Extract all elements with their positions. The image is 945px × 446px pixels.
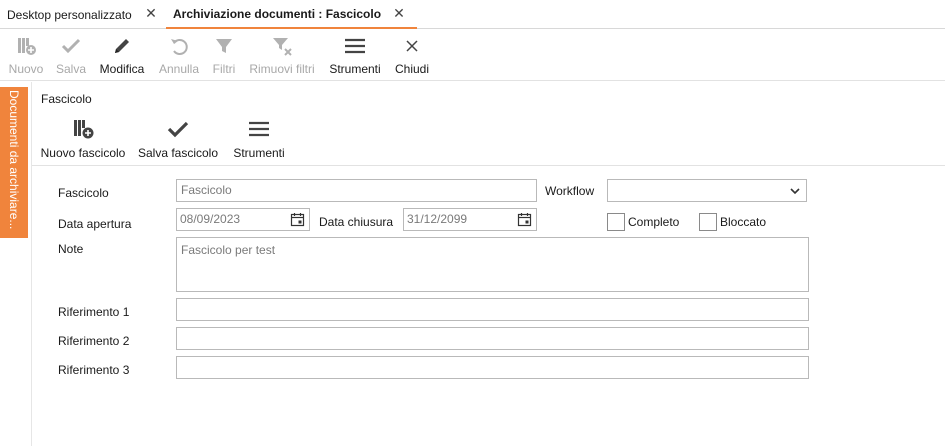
data-chiusura-label: Data chiusura xyxy=(319,215,394,229)
new-document-icon xyxy=(18,38,36,55)
rimuovi-filtri-button[interactable]: Rimuovi filtri xyxy=(246,30,318,80)
note-value: Fascicolo per test xyxy=(181,243,276,257)
strumenti-fascicolo-button[interactable]: Strumenti xyxy=(228,113,290,165)
tab-label: Desktop personalizzato xyxy=(7,7,132,22)
riferimento-1-input[interactable] xyxy=(176,298,809,321)
close-icon[interactable]: ✕ xyxy=(144,6,158,20)
riferimento-1-label: Riferimento 1 xyxy=(58,305,130,319)
calendar-icon xyxy=(290,213,305,227)
tab-bar: Desktop personalizzato ✕ Archiviazione d… xyxy=(0,0,945,29)
pencil-icon xyxy=(115,39,129,53)
close-icon xyxy=(406,40,418,52)
nuovo-fascicolo-button[interactable]: Nuovo fascicolo xyxy=(38,113,128,165)
fascicolo-toolbar: Nuovo fascicolo Salva fascicolo Strument… xyxy=(32,113,945,166)
chevron-down-icon xyxy=(790,188,800,195)
data-apertura-label: Data apertura xyxy=(58,217,132,231)
close-icon[interactable]: ✕ xyxy=(392,6,406,20)
data-apertura-input[interactable]: 08/09/2023 xyxy=(176,208,310,231)
menu-icon xyxy=(345,38,365,54)
filtri-button[interactable]: Filtri xyxy=(208,30,240,80)
side-panel-label: Documenti da archiviare... xyxy=(7,90,21,230)
new-document-icon xyxy=(74,120,94,139)
undo-icon xyxy=(171,39,188,55)
riferimento-3-label: Riferimento 3 xyxy=(58,363,130,377)
salva-fascicolo-button[interactable]: Salva fascicolo xyxy=(138,113,218,165)
salva-button[interactable]: Salva xyxy=(53,30,89,80)
tab-archiviazione-documenti[interactable]: Archiviazione documenti : Fascicolo ✕ xyxy=(166,0,417,29)
riferimento-2-input[interactable] xyxy=(176,327,809,350)
modifica-button[interactable]: Modifica xyxy=(96,30,148,80)
fascicolo-input[interactable]: Fascicolo xyxy=(176,179,537,202)
tab-label: Archiviazione documenti : Fascicolo xyxy=(173,6,382,21)
data-apertura-value: 08/09/2023 xyxy=(180,212,241,226)
fascicolo-label: Fascicolo xyxy=(58,186,109,200)
riferimento-3-input[interactable] xyxy=(176,356,809,379)
checkmark-icon xyxy=(167,121,189,138)
bloccato-checkbox[interactable] xyxy=(699,213,717,231)
remove-filter-icon xyxy=(273,38,292,56)
annulla-button[interactable]: Annulla xyxy=(156,30,202,80)
calendar-icon xyxy=(517,213,532,227)
menu-icon xyxy=(249,121,269,137)
main-toolbar: Nuovo Salva Modifica Annulla Filtri Rimu… xyxy=(0,30,945,81)
note-textarea[interactable]: Fascicolo per test xyxy=(176,237,809,292)
data-chiusura-input[interactable]: 31/12/2099 xyxy=(403,208,537,231)
documenti-da-archiviare-panel[interactable]: Documenti da archiviare... xyxy=(0,87,28,238)
fascicolo-value: Fascicolo xyxy=(181,183,232,197)
bloccato-label: Bloccato xyxy=(720,215,767,229)
completo-checkbox[interactable] xyxy=(607,213,625,231)
nuovo-button[interactable]: Nuovo xyxy=(5,30,47,80)
data-chiusura-value: 31/12/2099 xyxy=(407,212,468,226)
completo-label: Completo xyxy=(628,215,680,229)
strumenti-button[interactable]: Strumenti xyxy=(327,30,383,80)
riferimento-2-label: Riferimento 2 xyxy=(58,334,130,348)
note-label: Note xyxy=(58,242,84,256)
tab-desktop-personalizzato[interactable]: Desktop personalizzato ✕ xyxy=(0,0,166,29)
workflow-label: Workflow xyxy=(545,184,595,198)
filter-icon xyxy=(216,39,232,53)
checkmark-icon xyxy=(61,38,81,54)
section-title: Fascicolo xyxy=(41,92,92,106)
chiudi-button[interactable]: Chiudi xyxy=(392,30,432,80)
workflow-select[interactable] xyxy=(607,179,807,202)
